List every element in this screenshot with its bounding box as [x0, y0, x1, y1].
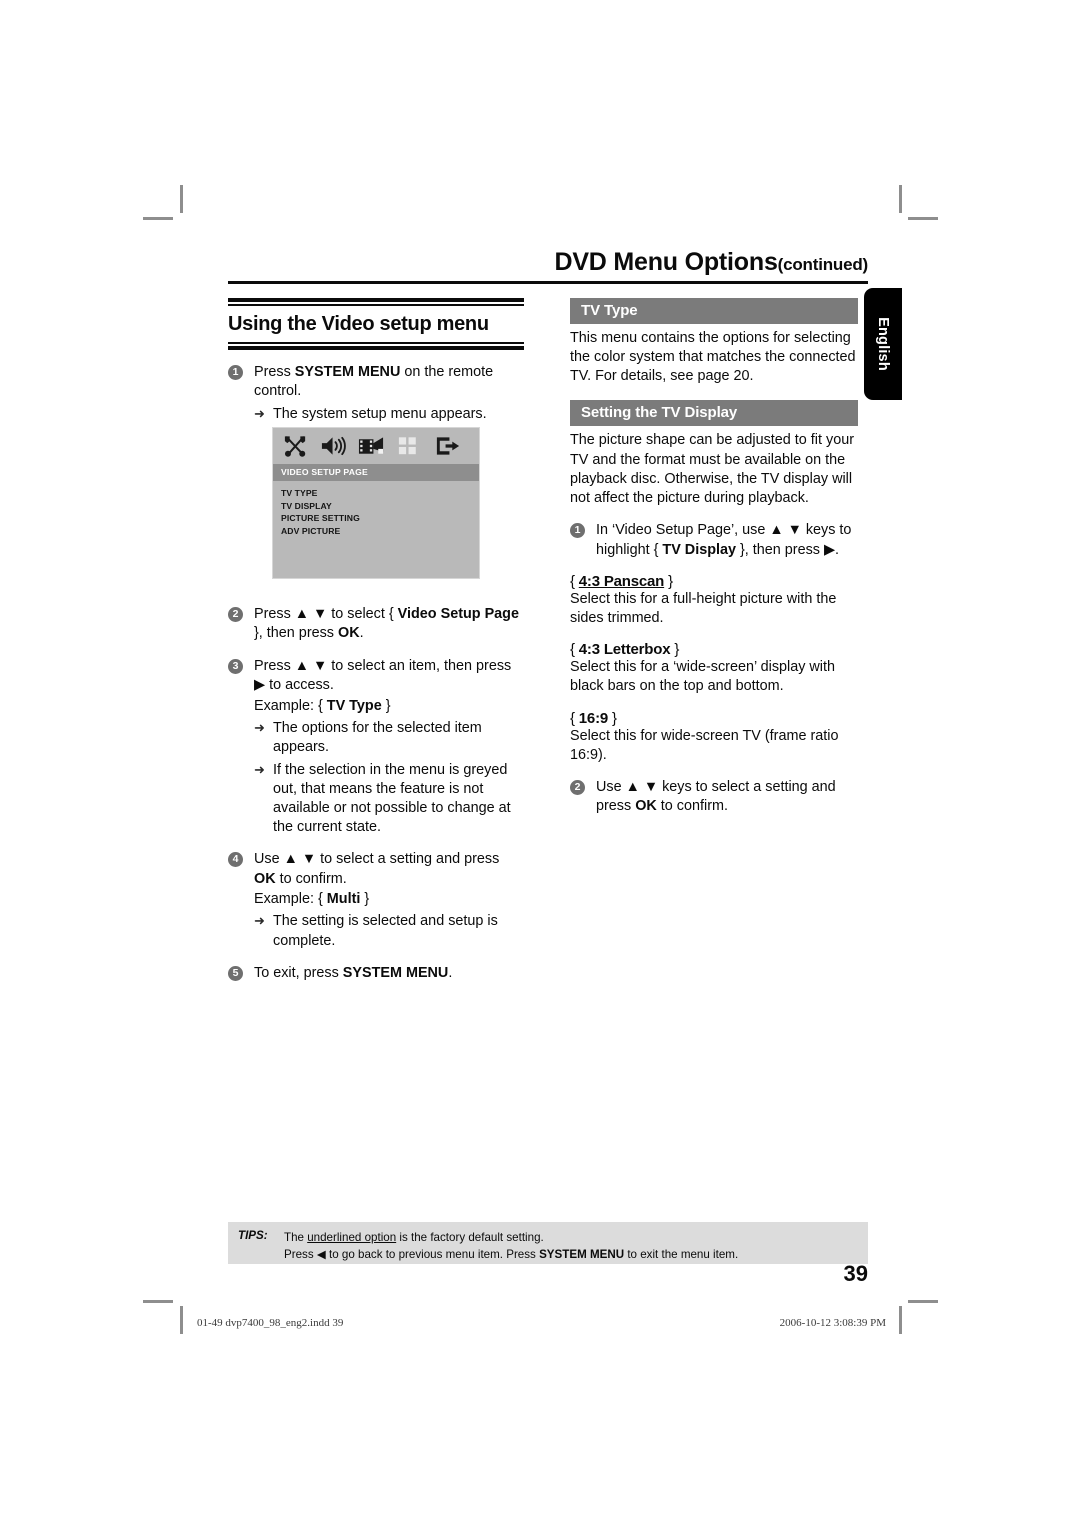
- setup-menu-icon-bar: [273, 428, 479, 464]
- step-4-example-value: Multi: [326, 891, 361, 908]
- tv-display-body: The picture shape can be adjusted to fit…: [570, 432, 854, 506]
- step-5-text: To exit, press SYSTEM MENU.: [254, 964, 453, 981]
- tv-display-step-1-text: In ‘Video Setup Page’, use ▲ ▼ keys to h…: [596, 522, 852, 558]
- option-name-letterbox: 4:3 Letterbox: [578, 641, 671, 659]
- tips-box: TIPS: The underlined option is the facto…: [228, 1222, 868, 1264]
- tv-display-step-2: 2 Use ▲ ▼ keys to select a setting and p…: [570, 778, 858, 817]
- setup-menu-page-bar: VIDEO SETUP PAGE: [273, 464, 479, 481]
- crop-mark-top-right-horizontal: [908, 217, 938, 220]
- arrow-right-icon: ➜: [254, 720, 265, 736]
- video-setup-page-screenshot: VIDEO SETUP PAGE TV TYPE TV DISPLAY PICT…: [272, 427, 480, 579]
- crop-mark-bottom-right-vertical: [899, 1306, 902, 1334]
- step-1: 1 Press SYSTEM MENU on the remote contro…: [228, 363, 524, 424]
- option-name-16-9: 16:9: [578, 709, 609, 727]
- crop-mark-bottom-left-horizontal: [143, 1300, 173, 1303]
- arrow-right-icon: ➜: [254, 405, 265, 421]
- step-5: 5 To exit, press SYSTEM MENU.: [228, 964, 524, 983]
- step-5-number: 5: [228, 965, 243, 981]
- option-title-16-9: { 16:9 }: [570, 709, 617, 727]
- exit-arrow-icon: [436, 437, 460, 455]
- preferences-grid-icon: [398, 437, 416, 455]
- page-number: 39: [843, 1261, 868, 1286]
- section-heading-video-setup: Using the Video setup menu: [228, 313, 489, 335]
- tv-type-body: This menu contains the options for selec…: [570, 330, 856, 385]
- step-4-text: Use ▲ ▼ to select a setting and press OK…: [254, 851, 500, 887]
- crop-mark-bottom-right-horizontal: [908, 1300, 938, 1303]
- crop-mark-top-left-vertical: [180, 185, 183, 213]
- section-header-tv-type: TV Type: [570, 298, 858, 324]
- step-4-example: Example: { Multi }: [254, 891, 370, 908]
- tips-line-2: Press ◀ to go back to previous menu item…: [284, 1248, 739, 1262]
- crop-mark-top-right-vertical: [899, 185, 902, 213]
- left-column: Using the Video setup menu 1 Press SYSTE…: [228, 298, 524, 983]
- step-3-note-2-text: If the selection in the menu is greyed o…: [273, 761, 511, 835]
- setup-menu-item-tv-type: TV TYPE: [281, 488, 318, 498]
- step-4: 4 Use ▲ ▼ to select a setting and press …: [228, 850, 524, 951]
- tv-display-step-2-number: 2: [570, 779, 585, 795]
- option-desc-16-9: Select this for wide-screen TV (frame ra…: [570, 727, 839, 763]
- step-3-number: 3: [228, 658, 243, 674]
- page-title: DVD Menu Options(continued): [228, 248, 868, 277]
- setup-menu-item-tv-display: TV DISPLAY: [281, 500, 332, 511]
- arrow-right-icon: ➜: [254, 913, 265, 929]
- step-4-note-1: ➜ The setting is selected and setup is c…: [254, 912, 524, 950]
- crop-mark-bottom-left-vertical: [180, 1306, 183, 1334]
- step-2-number: 2: [228, 607, 243, 623]
- step-2: 2 Press ▲ ▼ to select { Video Setup Page…: [228, 605, 524, 644]
- step-3-text: Press ▲ ▼ to select an item, then press …: [254, 657, 512, 694]
- option-title-panscan: { 4:3 Panscan }: [570, 572, 673, 590]
- step-4-note-1-text: The setting is selected and setup is com…: [273, 913, 498, 949]
- video-film-icon: [358, 437, 384, 454]
- setup-menu-item-adv-picture: ADV PICTURE: [281, 525, 341, 536]
- right-column: TV Type This menu contains the options f…: [570, 298, 858, 817]
- step-4-number: 4: [228, 852, 243, 868]
- setup-menu-item-picture-setting: PICTURE SETTING: [281, 513, 360, 523]
- page-title-continued: (continued): [777, 255, 869, 274]
- tips-label: TIPS:: [238, 1229, 268, 1242]
- speaker-icon: [321, 436, 346, 456]
- step-2-text: Press ▲ ▼ to select { Video Setup Page }…: [254, 606, 519, 642]
- section-header-tv-display: Setting the TV Display: [570, 400, 858, 427]
- option-name-panscan: 4:3 Panscan: [578, 572, 665, 590]
- step-3-note-1: ➜ The options for the selected item appe…: [254, 719, 524, 757]
- step-3: 3 Press ▲ ▼ to select an item, then pres…: [228, 657, 524, 837]
- tools-icon: [284, 436, 306, 457]
- tv-display-step-2-text: Use ▲ ▼ keys to select a setting and pre…: [596, 778, 836, 815]
- arrow-right-icon: ➜: [254, 761, 265, 777]
- setup-menu-item-list: TV TYPE TV DISPLAY PICTURE SETTING ADV P…: [273, 481, 479, 537]
- step-1-text: Press SYSTEM MENU on the remote control.: [254, 364, 494, 400]
- option-desc-letterbox: Select this for a ‘wide-screen’ display …: [570, 659, 836, 695]
- step-1-number: 1: [228, 365, 243, 380]
- option-title-letterbox: { 4:3 Letterbox }: [570, 641, 680, 659]
- step-3-note-2: ➜ If the selection in the menu is greyed…: [254, 761, 524, 838]
- page-title-main: DVD Menu Options: [554, 248, 778, 276]
- print-slug-timestamp: 2006-10-12 3:08:39 PM: [779, 1317, 886, 1329]
- step-3-example-value: TV Type: [326, 697, 382, 714]
- page-title-rule: [228, 281, 868, 284]
- option-desc-panscan: Select this for a full-height picture wi…: [570, 590, 837, 627]
- crop-mark-top-left-horizontal: [143, 217, 173, 220]
- tv-display-step-1-number: 1: [570, 523, 585, 539]
- step-1-note-1-text: The system setup menu appears.: [273, 405, 487, 422]
- step-3-note-1-text: The options for the selected item appear…: [273, 720, 482, 756]
- section-rule-bottom: [228, 342, 524, 350]
- tips-line-1: The underlined option is the factory def…: [284, 1231, 544, 1244]
- language-tab-english: English: [864, 288, 902, 400]
- print-slug-filename: 01-49 dvp7400_98_eng2.indd 39: [197, 1317, 344, 1329]
- section-rule-top: [228, 298, 524, 306]
- step-3-example: Example: { TV Type }: [254, 697, 391, 714]
- step-1-note-1: ➜ The system setup menu appears.: [254, 405, 524, 424]
- language-tab-label: English: [875, 317, 891, 371]
- tv-display-step-1: 1 In ‘Video Setup Page’, use ▲ ▼ keys to…: [570, 521, 858, 560]
- tips-content: The underlined option is the factory def…: [284, 1229, 738, 1264]
